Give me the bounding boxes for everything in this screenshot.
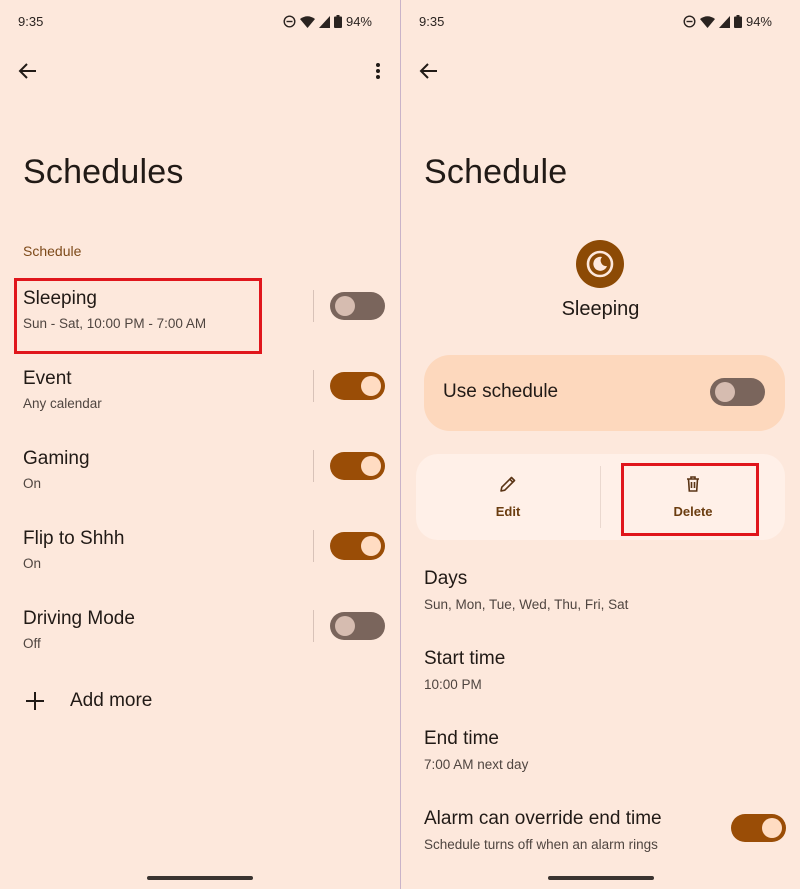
event-toggle[interactable]: [330, 372, 385, 400]
gaming-toggle[interactable]: [330, 452, 385, 480]
start-time-title: Start time: [424, 648, 506, 669]
schedule-detail-screen: 9:35 94% Schedule Sleeping Use schedule …: [401, 0, 800, 889]
alarm-override-value: Schedule turns off when an alarm rings: [424, 837, 658, 852]
schedule-row-driving-mode[interactable]: Driving Mode Off: [0, 608, 400, 680]
end-time-setting[interactable]: End time 7:00 AM next day: [424, 728, 528, 772]
row-divider: [313, 450, 314, 482]
flip-to-shhh-toggle[interactable]: [330, 532, 385, 560]
moon-clock-icon: [586, 250, 614, 278]
use-schedule-label: Use schedule: [443, 381, 559, 402]
status-time: 9:35: [419, 14, 445, 29]
highlight-box-delete: [621, 463, 759, 536]
section-label: Schedule: [23, 243, 82, 259]
toggle-knob: [762, 818, 782, 838]
edit-button[interactable]: Edit: [416, 454, 600, 540]
row-divider: [313, 610, 314, 642]
start-time-setting[interactable]: Start time 10:00 PM: [424, 648, 505, 692]
plus-icon: [26, 692, 44, 710]
end-time-value: 7:00 AM next day: [424, 757, 529, 772]
gesture-nav-bar[interactable]: [147, 876, 253, 880]
schedule-row-subtitle: On: [23, 556, 42, 571]
schedule-row-title: Flip to Shhh: [23, 528, 125, 549]
status-bar: 9:35 94%: [419, 14, 772, 32]
toggle-knob: [361, 536, 381, 556]
gesture-nav-bar[interactable]: [548, 876, 654, 880]
alarm-override-setting[interactable]: Alarm can override end time Schedule tur…: [424, 808, 662, 852]
signal-icon: [718, 15, 730, 28]
schedule-row-title: Gaming: [23, 448, 90, 469]
schedule-row-title: Driving Mode: [23, 608, 135, 629]
use-schedule-toggle[interactable]: [710, 378, 765, 406]
more-vert-icon[interactable]: [368, 59, 388, 83]
days-title: Days: [424, 568, 468, 589]
signal-icon: [318, 15, 330, 28]
toggle-knob: [361, 456, 381, 476]
dnd-icon: [683, 15, 696, 28]
status-icons: 94%: [683, 14, 772, 29]
alarm-override-title: Alarm can override end time: [424, 808, 662, 829]
add-more-label: Add more: [70, 690, 153, 711]
battery-icon: [733, 15, 742, 28]
schedule-row-gaming[interactable]: Gaming On: [0, 448, 400, 520]
battery-icon: [333, 15, 342, 28]
edit-label: Edit: [495, 504, 521, 519]
days-setting[interactable]: Days Sun, Mon, Tue, Wed, Thu, Fri, Sat: [424, 568, 628, 612]
battery-percent: 94%: [345, 14, 372, 29]
days-value: Sun, Mon, Tue, Wed, Thu, Fri, Sat: [424, 597, 629, 612]
schedule-row-flip-to-shhh[interactable]: Flip to Shhh On: [0, 528, 400, 600]
schedule-row-title: Event: [23, 368, 72, 389]
use-schedule-card[interactable]: Use schedule: [424, 355, 785, 431]
start-time-value: 10:00 PM: [424, 677, 482, 692]
add-more-button[interactable]: Add more: [23, 687, 152, 715]
status-time: 9:35: [18, 14, 44, 29]
wifi-icon: [699, 15, 715, 28]
row-divider: [313, 290, 314, 322]
highlight-box-sleeping: [14, 278, 262, 354]
status-icons: 94%: [283, 14, 372, 29]
toggle-knob: [361, 376, 381, 396]
toggle-knob: [335, 296, 355, 316]
page-title: Schedule: [424, 153, 568, 191]
schedule-row-subtitle: Off: [23, 636, 41, 651]
row-divider: [313, 530, 314, 562]
schedule-name: Sleeping: [561, 298, 640, 320]
schedule-icon-badge: [576, 240, 624, 288]
schedule-row-subtitle: Any calendar: [23, 396, 102, 411]
pencil-icon: [500, 476, 516, 492]
sleeping-toggle[interactable]: [330, 292, 385, 320]
schedule-row-subtitle: On: [23, 476, 42, 491]
toggle-knob: [335, 616, 355, 636]
schedule-row-event[interactable]: Event Any calendar: [0, 368, 400, 440]
toggle-knob: [715, 382, 735, 402]
back-arrow-icon[interactable]: [417, 59, 441, 83]
driving-mode-toggle[interactable]: [330, 612, 385, 640]
page-title: Schedules: [23, 153, 184, 191]
alarm-override-toggle[interactable]: [731, 814, 786, 842]
battery-percent: 94%: [745, 14, 772, 29]
status-bar: 9:35 94%: [18, 14, 372, 32]
schedules-screen: 9:35 94% Schedules Schedule Sleeping Sun…: [0, 0, 400, 889]
back-arrow-icon[interactable]: [16, 59, 40, 83]
wifi-icon: [299, 15, 315, 28]
row-divider: [313, 370, 314, 402]
end-time-title: End time: [424, 728, 499, 749]
dnd-icon: [283, 15, 296, 28]
